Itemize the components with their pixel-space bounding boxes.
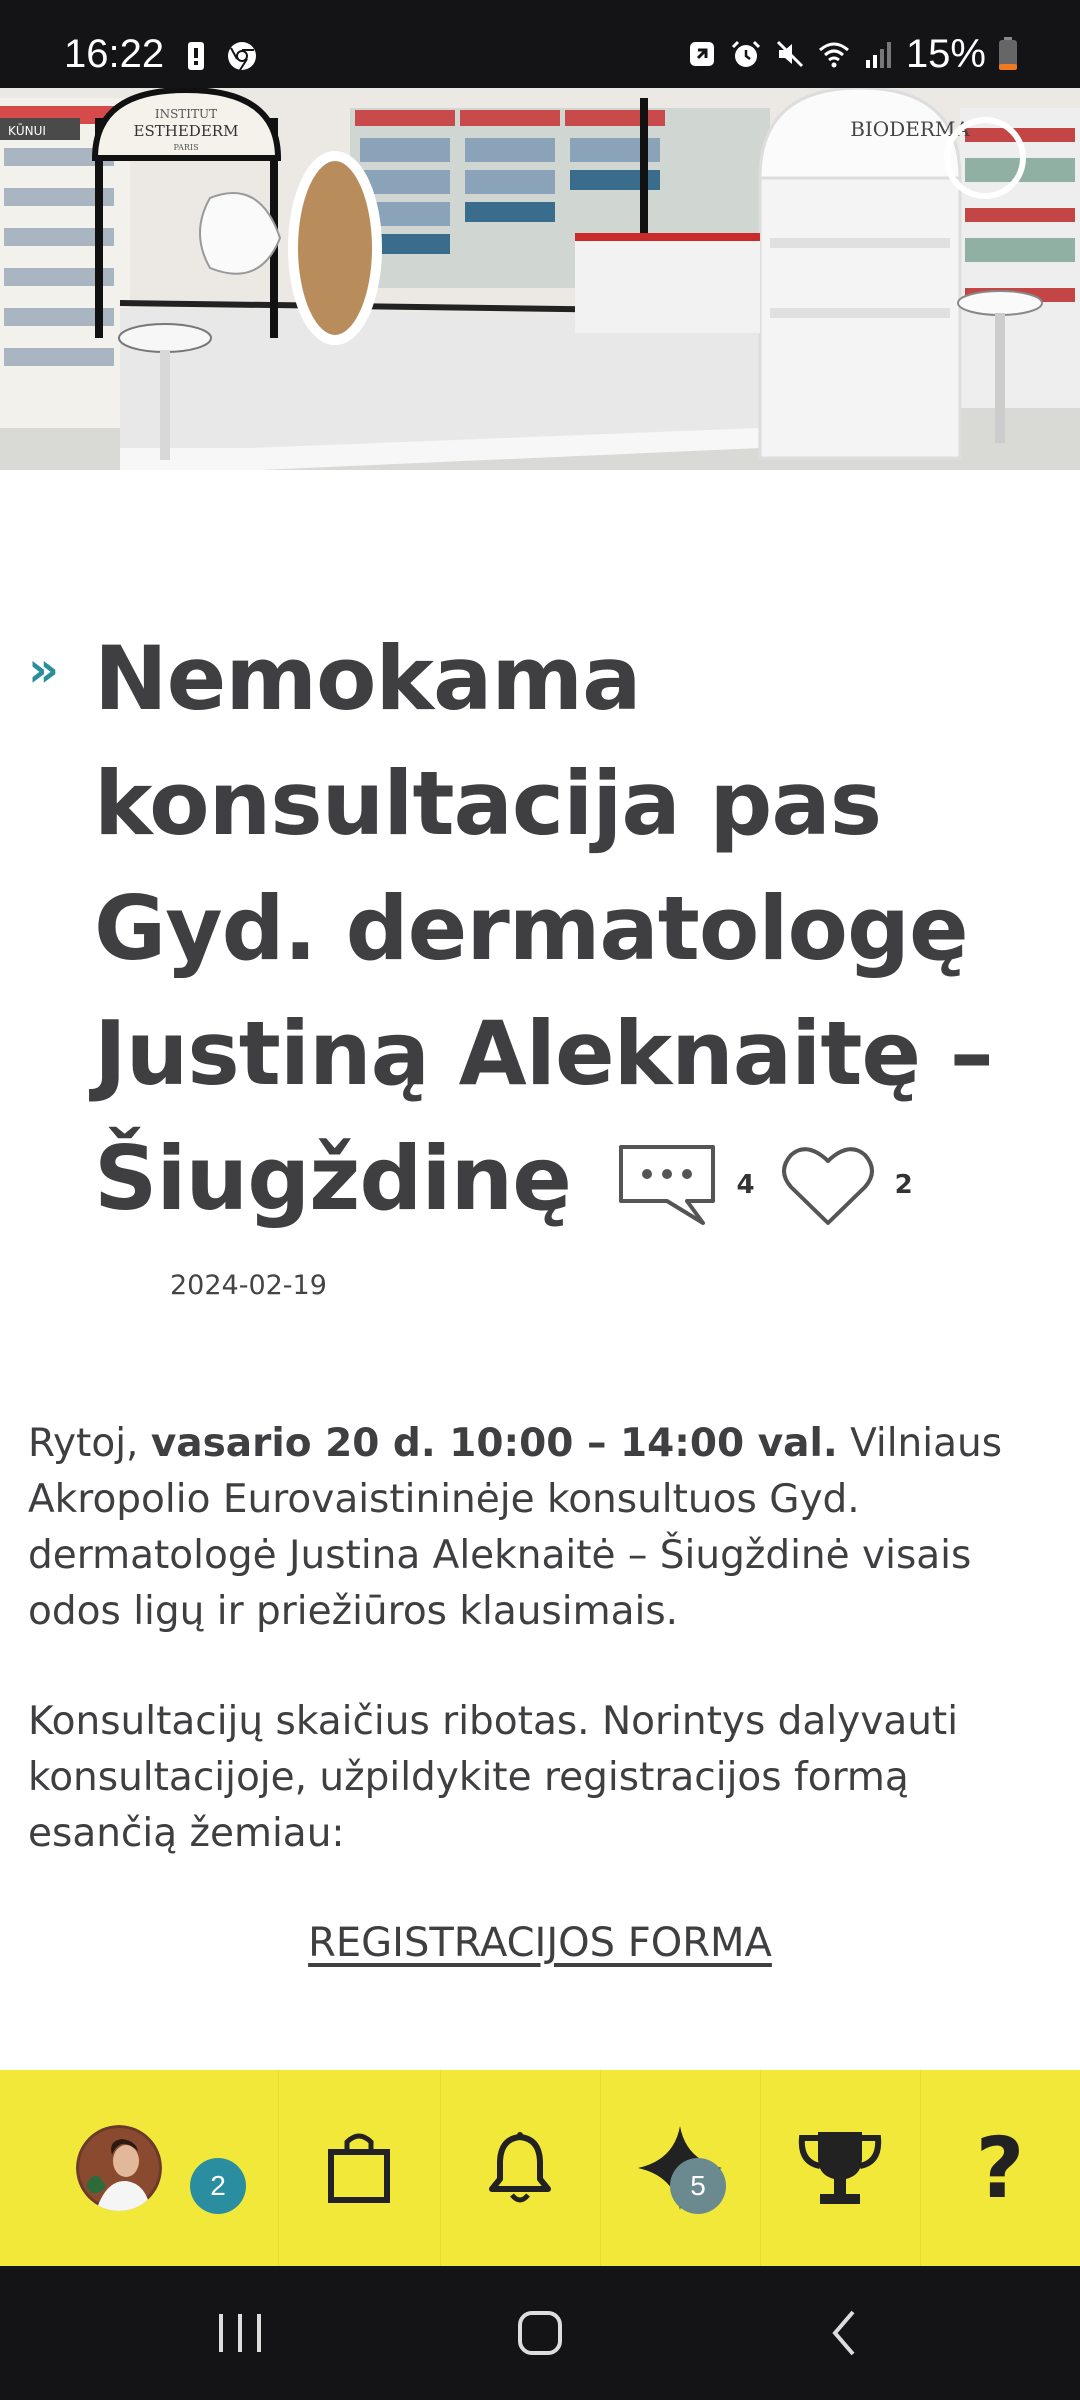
status-time: 16:22 — [64, 32, 165, 76]
article-date: 2024-02-19 — [170, 1270, 327, 1301]
bell-icon — [489, 2132, 551, 2203]
brand-left-sub: PARIS — [173, 143, 198, 152]
signal-icon — [865, 42, 891, 68]
comment-icon[interactable] — [617, 1143, 717, 1227]
article-meta: 4 2 — [617, 1143, 939, 1227]
article-paragraph-2: Konsultacijų skaičius ribotas. Norintys … — [28, 1699, 959, 1856]
recent-apps-icon — [219, 2314, 261, 2352]
para1-start: Rytoj, — [28, 1421, 151, 1466]
notification-icon — [689, 42, 714, 66]
back-icon — [832, 2310, 855, 2356]
title-chevron-icon: » — [28, 642, 60, 698]
registration-form-link[interactable]: REGISTRACIJOS FORMA — [0, 1920, 1080, 1966]
system-nav-bar — [0, 2266, 1080, 2400]
para1-bold: vasario 20 d. 10:00 – 14:00 val. — [150, 1421, 838, 1466]
battery-percent: 15% — [905, 32, 986, 76]
profile-badge: 2 — [190, 2158, 246, 2214]
recent-apps-button[interactable] — [190, 2266, 290, 2400]
back-button[interactable] — [795, 2266, 895, 2400]
avatar — [76, 2125, 162, 2211]
alarm-icon — [731, 40, 760, 67]
article-paragraph-1: Rytoj, vasario 20 d. 10:00 – 14:00 val. … — [28, 1416, 1058, 1640]
status-right: 15% — [686, 34, 1018, 74]
star-badge: 5 — [670, 2158, 726, 2214]
bottom-toolbar: 2 5 ? — [0, 2070, 1080, 2266]
brand-left-top: INSTITUT — [155, 107, 217, 121]
article-title: Nemokama konsultacija pas Gyd. dermatolo… — [94, 616, 1054, 1241]
trophy-icon — [798, 2132, 882, 2204]
pharmacy-photo: KŪNUI INSTITUT ESTHEDERM PARIS BIODERMA — [0, 88, 1080, 470]
phone-icon — [188, 42, 204, 70]
mute-icon — [776, 40, 803, 68]
rewards-star-button[interactable]: 5 — [600, 2070, 760, 2266]
wifi-icon — [818, 42, 849, 68]
status-left-icons — [180, 40, 258, 72]
shelf-label: KŪNUI — [8, 124, 46, 138]
help-button[interactable]: ? — [920, 2070, 1080, 2266]
brand-left: ESTHEDERM — [134, 122, 239, 140]
profile-button[interactable]: 2 — [0, 2070, 278, 2266]
help-question-icon: ? — [975, 2119, 1025, 2217]
shopping-bag-icon — [328, 2133, 390, 2203]
comments-count: 4 — [736, 1170, 755, 1201]
trophy-button[interactable] — [760, 2070, 920, 2266]
likes-count: 2 — [894, 1170, 913, 1201]
home-button[interactable] — [490, 2266, 590, 2400]
article-title-text: Nemokama konsultacija pas Gyd. dermatolo… — [94, 627, 994, 1230]
home-icon — [518, 2311, 562, 2355]
shop-button[interactable] — [278, 2070, 440, 2266]
chrome-icon — [228, 42, 256, 71]
battery-icon — [999, 37, 1017, 70]
notifications-button[interactable] — [440, 2070, 600, 2266]
heart-icon[interactable] — [781, 1143, 875, 1227]
hero-image: KŪNUI INSTITUT ESTHEDERM PARIS BIODERMA — [0, 88, 1080, 470]
status-bar: 16:22 15% — [0, 0, 1080, 88]
